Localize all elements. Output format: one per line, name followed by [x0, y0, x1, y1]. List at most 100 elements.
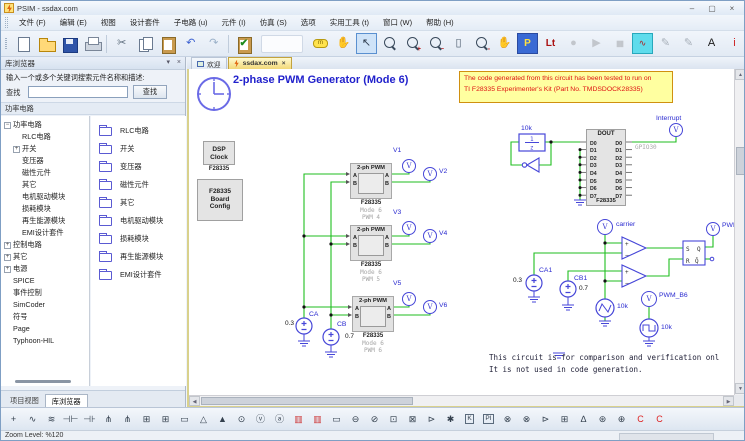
dc-source-ca1[interactable]: [526, 275, 542, 291]
stop-simulation-icon[interactable]: ●: [563, 33, 584, 54]
subcircuit-icon[interactable]: ▭: [328, 410, 346, 428]
not-gate[interactable]: [522, 158, 539, 172]
probe-v1[interactable]: V: [402, 159, 416, 173]
collapse-icon[interactable]: −: [4, 122, 11, 129]
list-item[interactable]: 变压器: [91, 158, 186, 176]
save-file-icon[interactable]: [58, 33, 79, 54]
pan-hand-icon[interactable]: ✋: [333, 33, 354, 54]
menu-elements[interactable]: 元件 (I): [215, 15, 253, 30]
sine-source-icon[interactable]: ⊘: [366, 410, 384, 428]
c-script-icon[interactable]: C: [651, 410, 669, 428]
tree-item[interactable]: 再生能源模块: [1, 215, 89, 227]
tree-item[interactable]: 其它: [1, 179, 89, 191]
list-item[interactable]: 损耗模块: [91, 230, 186, 248]
dq-abc-transform-icon[interactable]: ⊗: [518, 410, 536, 428]
tree-item[interactable]: EMI设计套件: [1, 227, 89, 239]
square-source-icon[interactable]: ⊡: [385, 410, 403, 428]
tree-item[interactable]: SPICE: [1, 275, 89, 287]
triangle-wave-source[interactable]: [596, 299, 614, 317]
diode-icon[interactable]: △: [195, 410, 213, 428]
unit-delay-block[interactable]: 1 z: [519, 134, 545, 152]
menu-utilities[interactable]: 实用工具 (t): [323, 15, 376, 30]
menu-subcircuit[interactable]: 子电路 (u): [167, 15, 215, 30]
tree-scrollbar[interactable]: [15, 380, 71, 383]
ltspice-icon[interactable]: Lt: [540, 33, 561, 54]
expand-icon[interactable]: +: [4, 254, 11, 261]
probe-v4[interactable]: V: [423, 229, 437, 243]
probe-pwm-a6[interactable]: V: [706, 222, 720, 236]
scope-icon[interactable]: ▥: [290, 410, 308, 428]
zoom-icon[interactable]: [379, 33, 400, 54]
minimize-button[interactable]: –: [682, 2, 702, 15]
tree-item[interactable]: +其它: [1, 251, 89, 263]
info-icon[interactable]: i: [724, 33, 745, 54]
probe-carrier[interactable]: V: [597, 219, 613, 235]
scroll-left-icon[interactable]: ◀: [189, 396, 200, 406]
vertical-scroll-thumb[interactable]: [736, 147, 745, 175]
menu-options[interactable]: 选项: [294, 15, 323, 30]
panel-pin-icon[interactable]: ▾: [166, 59, 170, 66]
scope-2ch-icon[interactable]: ▥: [309, 410, 327, 428]
maximize-button[interactable]: ▢: [702, 2, 722, 15]
diode-bridge-icon[interactable]: ⊞: [157, 410, 175, 428]
comparator-2[interactable]: + −: [622, 265, 646, 287]
polarized-capacitor-icon[interactable]: ⊣⊦: [81, 410, 99, 428]
wire-icon[interactable]: +: [5, 410, 23, 428]
open-file-icon[interactable]: [35, 33, 56, 54]
expand-icon[interactable]: +: [13, 146, 20, 153]
zoom-out-icon[interactable]: −: [425, 33, 446, 54]
menu-view[interactable]: 视图: [94, 15, 123, 30]
dc-source-cb1[interactable]: [560, 281, 576, 297]
dc-source-ca[interactable]: [296, 318, 312, 334]
multiplier-icon[interactable]: ⊛: [594, 410, 612, 428]
free-run-icon[interactable]: P: [517, 33, 538, 54]
list-item[interactable]: RLC电路: [91, 122, 186, 140]
tree-item[interactable]: +开关: [1, 143, 89, 155]
abc-dq-transform-icon[interactable]: ⊗: [499, 410, 517, 428]
horizontal-scrollbar[interactable]: ◀ ▶: [189, 395, 734, 406]
new-file-icon[interactable]: [12, 33, 33, 54]
cut-icon[interactable]: ✂: [111, 33, 132, 54]
panel-header[interactable]: 库浏览器 ▾ ×: [1, 57, 185, 70]
drag-hand-icon[interactable]: ✋: [494, 33, 515, 54]
dc-source-icon[interactable]: ⊖: [347, 410, 365, 428]
list-item[interactable]: 再生能源模块: [91, 248, 186, 266]
pwm-block-3[interactable]: 2-ph PWM AB AB F28335 Mode 6 PWM 6: [352, 296, 394, 354]
pwm-block-2[interactable]: 2-ph PWM AB AB F28335 Mode 6 PWM 5: [350, 225, 392, 283]
tree-item[interactable]: RLC电路: [1, 131, 89, 143]
list-item[interactable]: 磁性元件: [91, 176, 186, 194]
pwm-block-1[interactable]: 2-ph PWM AB AB F28335 Mode 6 PWM 4: [350, 163, 392, 221]
tree-item[interactable]: +电源: [1, 263, 89, 275]
voltmeter-icon[interactable]: ⓥ: [252, 410, 270, 428]
paste-icon[interactable]: [157, 33, 178, 54]
zoom-area-icon[interactable]: ▫: [471, 33, 492, 54]
scroll-right-icon[interactable]: ▶: [723, 396, 734, 406]
sum-block-icon[interactable]: ⊞: [556, 410, 574, 428]
tree-item[interactable]: 电机驱动模块: [1, 191, 89, 203]
tree-item[interactable]: Page: [1, 323, 89, 335]
probe-v6[interactable]: V: [423, 300, 437, 314]
current-probe-icon[interactable]: ✱: [442, 410, 460, 428]
pi-controller-icon[interactable]: PI: [480, 410, 498, 428]
dout-block[interactable]: DOUT F28335 D0D0D1D1D2D2D3D3D4D4D5D5D6D6…: [586, 129, 626, 206]
probe-v2[interactable]: V: [423, 167, 437, 181]
list-item[interactable]: EMI设计套件: [91, 266, 186, 284]
menu-edit[interactable]: 编辑 (E): [53, 15, 94, 30]
tab-welcome[interactable]: 欢迎: [191, 57, 227, 69]
copy-icon[interactable]: [134, 33, 155, 54]
square-wave-source[interactable]: [640, 319, 658, 337]
panel-close-icon[interactable]: ×: [177, 59, 181, 66]
tree-item[interactable]: 事件控制: [1, 287, 89, 299]
probe-v3[interactable]: V: [402, 221, 416, 235]
ammeter-icon[interactable]: ⓐ: [271, 410, 289, 428]
sr-latch[interactable]: S Q R Q̄: [683, 241, 714, 265]
edit-curve2-icon[interactable]: ✎: [678, 33, 699, 54]
schematic-canvas[interactable]: 1 z + − + − S Q R: [187, 69, 745, 407]
capacitor-icon[interactable]: ⊣⊢: [62, 410, 80, 428]
tree-item[interactable]: 损耗模块: [1, 203, 89, 215]
expand-icon[interactable]: +: [4, 266, 11, 273]
tree-item[interactable]: −功率电路: [1, 119, 89, 131]
scroll-up-icon[interactable]: ▲: [735, 69, 745, 80]
select-arrow-icon[interactable]: ↖: [356, 33, 377, 54]
probe-v5[interactable]: V: [402, 292, 416, 306]
